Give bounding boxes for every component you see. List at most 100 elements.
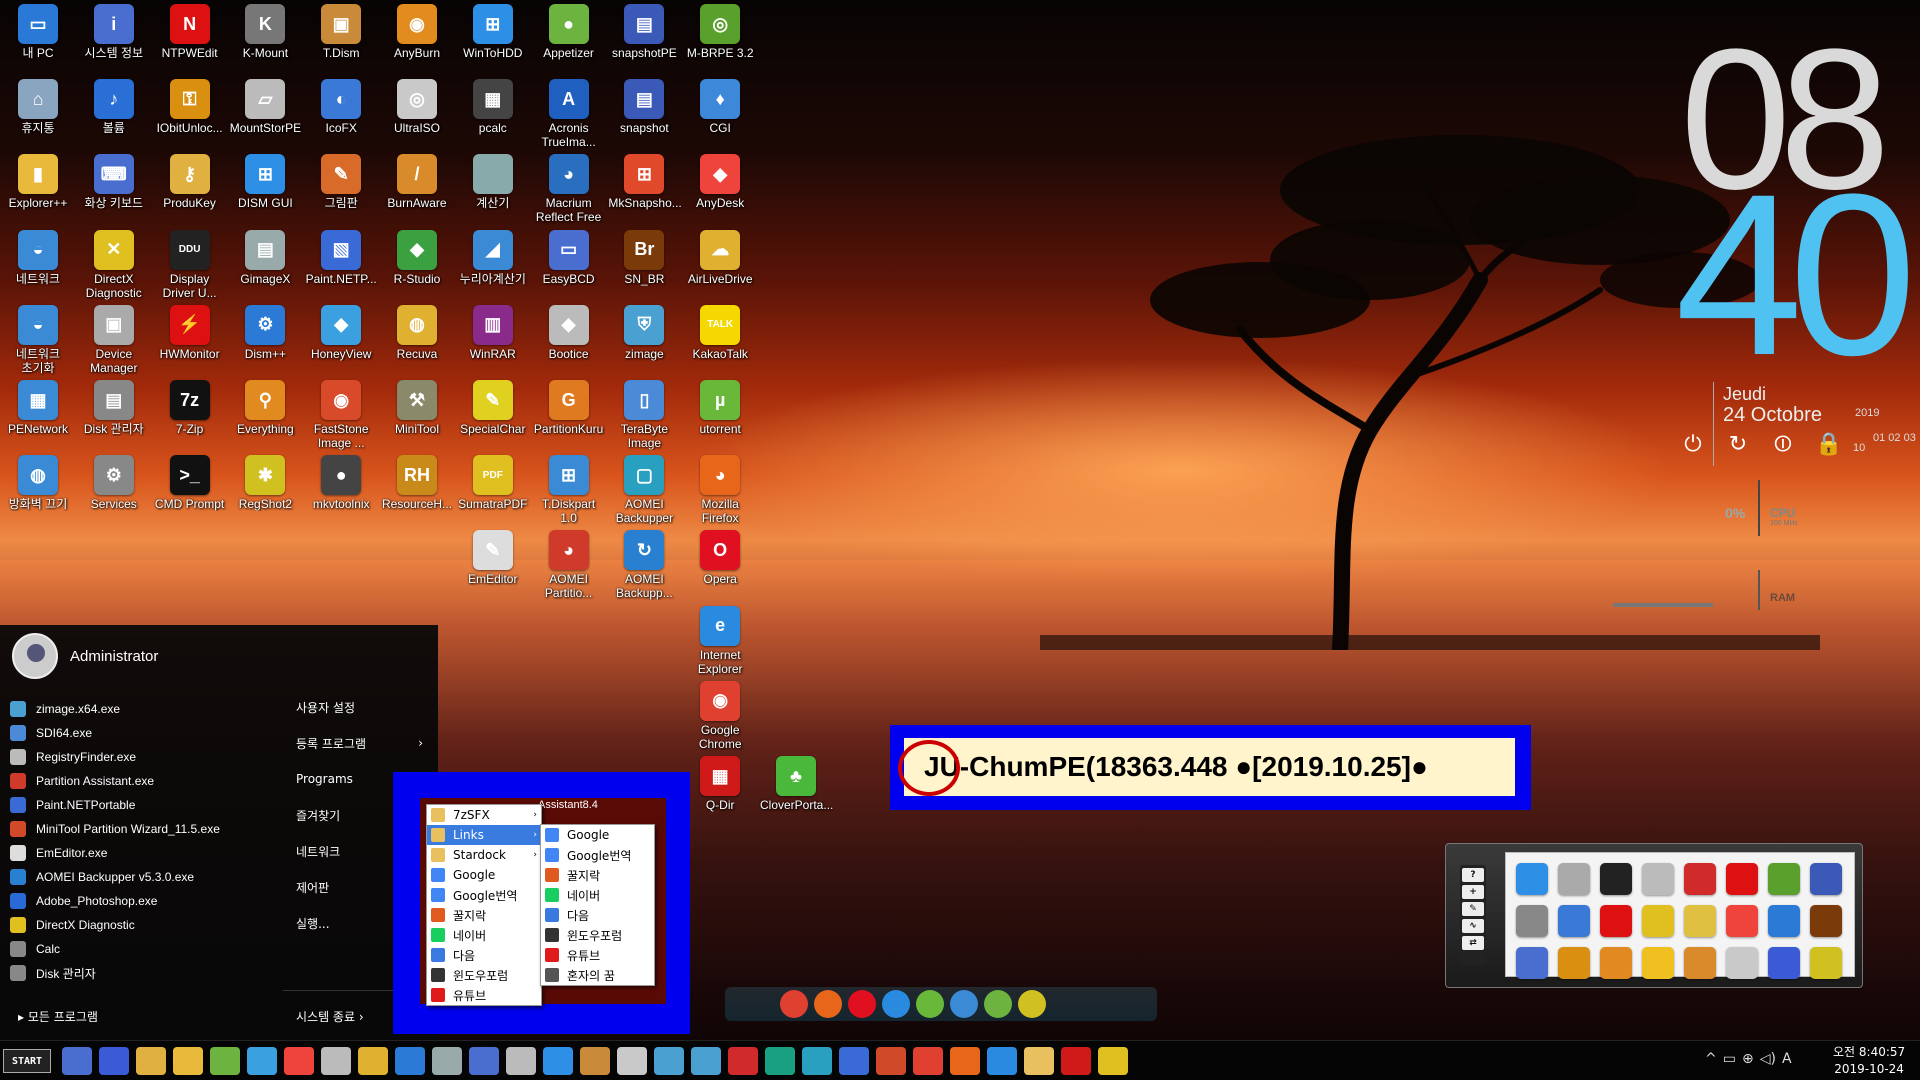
desktop-icon[interactable]: ▦ Q-Dir <box>682 752 758 842</box>
start-menu-item[interactable]: 사용자 설정 <box>285 689 435 725</box>
taskbar-app-icon[interactable] <box>802 1047 832 1075</box>
dock-app-icon[interactable] <box>1516 905 1548 937</box>
menu-item[interactable]: 꿀지락 <box>427 905 541 925</box>
taskbar-app-icon[interactable] <box>654 1047 684 1075</box>
desktop-icon[interactable]: ◍ 방화벽 끄기 <box>0 451 76 541</box>
menu-item[interactable]: 윈도우포럼 <box>541 925 654 945</box>
recent-program-item[interactable]: zimage.x64.exe <box>10 697 280 721</box>
menu-item[interactable]: Google번역 <box>427 885 541 905</box>
taskbar-app-icon[interactable] <box>1061 1047 1091 1075</box>
sleep-icon[interactable]: ⏼ <box>1770 432 1796 458</box>
dock-app-icon[interactable] <box>1558 863 1590 895</box>
dock-control-button[interactable]: ? <box>1462 868 1484 882</box>
mini-dock-app-icon[interactable] <box>780 990 808 1018</box>
dock-app-icon[interactable] <box>1642 947 1674 979</box>
recent-program-item[interactable]: EmEditor.exe <box>10 841 280 865</box>
recent-program-item[interactable]: SDI64.exe <box>10 721 280 745</box>
taskbar-app-icon[interactable] <box>839 1047 869 1075</box>
recent-program-item[interactable]: Adobe_Photoshop.exe <box>10 889 280 913</box>
recent-program-item[interactable]: MiniTool Partition Wizard_11.5.exe <box>10 817 280 841</box>
dock-control-button[interactable]: ⇄ <box>1462 936 1484 950</box>
tray-icon[interactable]: ◁) <box>1760 1051 1776 1067</box>
shutdown-button[interactable]: 시스템 종료 › <box>296 1008 364 1025</box>
taskbar-app-icon[interactable] <box>284 1047 314 1075</box>
desktop-icon[interactable]: ♣ CloverPorta... <box>758 752 834 842</box>
dock-app-icon[interactable] <box>1558 905 1590 937</box>
all-programs-button[interactable]: ▸ 모든 프로그램 <box>18 1008 98 1025</box>
menu-item[interactable]: 다음 <box>541 905 654 925</box>
mini-dock-app-icon[interactable] <box>1018 990 1046 1018</box>
tray-icon[interactable]: ▭ <box>1723 1051 1736 1067</box>
dock-app-icon[interactable] <box>1642 905 1674 937</box>
taskbar-app-icon[interactable] <box>691 1047 721 1075</box>
taskbar-app-icon[interactable] <box>728 1047 758 1075</box>
taskbar-app-icon[interactable] <box>432 1047 462 1075</box>
dock-app-icon[interactable] <box>1600 947 1632 979</box>
dock-app-icon[interactable] <box>1810 947 1842 979</box>
dock-control-button[interactable]: + <box>1462 885 1484 899</box>
dock-app-icon[interactable] <box>1768 947 1800 979</box>
menu-item[interactable]: Google <box>427 865 541 885</box>
recent-program-item[interactable]: DirectX Diagnostic <box>10 913 280 937</box>
menu-item[interactable]: Links › <box>427 825 541 845</box>
taskbar-app-icon[interactable] <box>580 1047 610 1075</box>
dock-app-icon[interactable] <box>1684 863 1716 895</box>
taskbar-app-icon[interactable] <box>950 1047 980 1075</box>
dock-app-icon[interactable] <box>1600 863 1632 895</box>
tray-icon[interactable]: A <box>1782 1051 1792 1067</box>
taskbar-app-icon[interactable] <box>99 1047 129 1075</box>
taskbar-app-icon[interactable] <box>913 1047 943 1075</box>
recent-program-item[interactable]: AOMEI Backupper v5.3.0.exe <box>10 865 280 889</box>
dock-app-icon[interactable] <box>1810 905 1842 937</box>
menu-item[interactable]: 네이버 <box>427 925 541 945</box>
dock-app-icon[interactable] <box>1768 905 1800 937</box>
start-menu-item[interactable]: 등록 프로그램 › <box>285 725 435 761</box>
menu-item[interactable]: 네이버 <box>541 885 654 905</box>
desktop-icon[interactable]: ✱ RegShot2 <box>227 451 303 541</box>
recent-program-item[interactable]: Calc <box>10 937 280 961</box>
dock-control-button[interactable]: ∿ <box>1462 919 1484 933</box>
restart-icon[interactable]: ↻ <box>1725 432 1751 458</box>
taskbar-clock[interactable]: 오전 8:40:57 2019-10-24 <box>1833 1044 1905 1078</box>
menu-item[interactable]: 윈도우포럼 <box>427 965 541 985</box>
mini-dock-app-icon[interactable] <box>950 990 978 1018</box>
dock-app-icon[interactable] <box>1600 905 1632 937</box>
lock-icon[interactable]: 🔒 <box>1815 432 1842 458</box>
desktop-icon[interactable]: >_ CMD Prompt <box>152 451 228 541</box>
menu-item[interactable]: 유튜브 <box>427 985 541 1005</box>
dock-app-icon[interactable] <box>1726 905 1758 937</box>
desktop-icon[interactable]: ● mkvtoolnix <box>303 451 379 541</box>
desktop-icon[interactable]: ↻ AOMEI Backupp... <box>606 526 682 616</box>
menu-item[interactable]: 혼자의 꿈 <box>541 965 654 985</box>
menu-item[interactable]: 꿀지락 <box>541 865 654 885</box>
recent-program-item[interactable]: Paint.NETPortable <box>10 793 280 817</box>
dock-control-button[interactable]: ✎ <box>1462 902 1484 916</box>
menu-item[interactable]: Google번역 <box>541 845 654 865</box>
dock-app-icon[interactable] <box>1516 863 1548 895</box>
tray-icon[interactable]: ^ <box>1705 1051 1717 1067</box>
taskbar-app-icon[interactable] <box>987 1047 1017 1075</box>
dock-app-icon[interactable] <box>1726 863 1758 895</box>
menu-item[interactable]: 유튜브 <box>541 945 654 965</box>
dock-app-icon[interactable] <box>1810 863 1842 895</box>
dock-app-icon[interactable] <box>1516 947 1548 979</box>
start-button[interactable]: START <box>3 1049 51 1073</box>
taskbar-app-icon[interactable] <box>358 1047 388 1075</box>
taskbar-app-icon[interactable] <box>173 1047 203 1075</box>
taskbar-app-icon[interactable] <box>247 1047 277 1075</box>
desktop-icon[interactable]: ⚙ Services <box>76 451 152 541</box>
taskbar-app-icon[interactable] <box>210 1047 240 1075</box>
taskbar-app-icon[interactable] <box>136 1047 166 1075</box>
menu-item[interactable]: 다음 <box>427 945 541 965</box>
dock-app-icon[interactable] <box>1642 863 1674 895</box>
recent-program-item[interactable]: Partition Assistant.exe <box>10 769 280 793</box>
desktop-icon[interactable]: ◕ AOMEI Partitio... <box>531 526 607 616</box>
mini-dock-app-icon[interactable] <box>814 990 842 1018</box>
dock-app-icon[interactable] <box>1684 905 1716 937</box>
taskbar-app-icon[interactable] <box>765 1047 795 1075</box>
taskbar-app-icon[interactable] <box>1024 1047 1054 1075</box>
power-icon[interactable]: ⏻ <box>1680 432 1706 458</box>
menu-item[interactable]: 7zSFX › <box>427 805 541 825</box>
tray-icon[interactable]: ⊕ <box>1742 1051 1754 1067</box>
desktop-icon[interactable]: ✎ EmEditor <box>455 526 531 616</box>
